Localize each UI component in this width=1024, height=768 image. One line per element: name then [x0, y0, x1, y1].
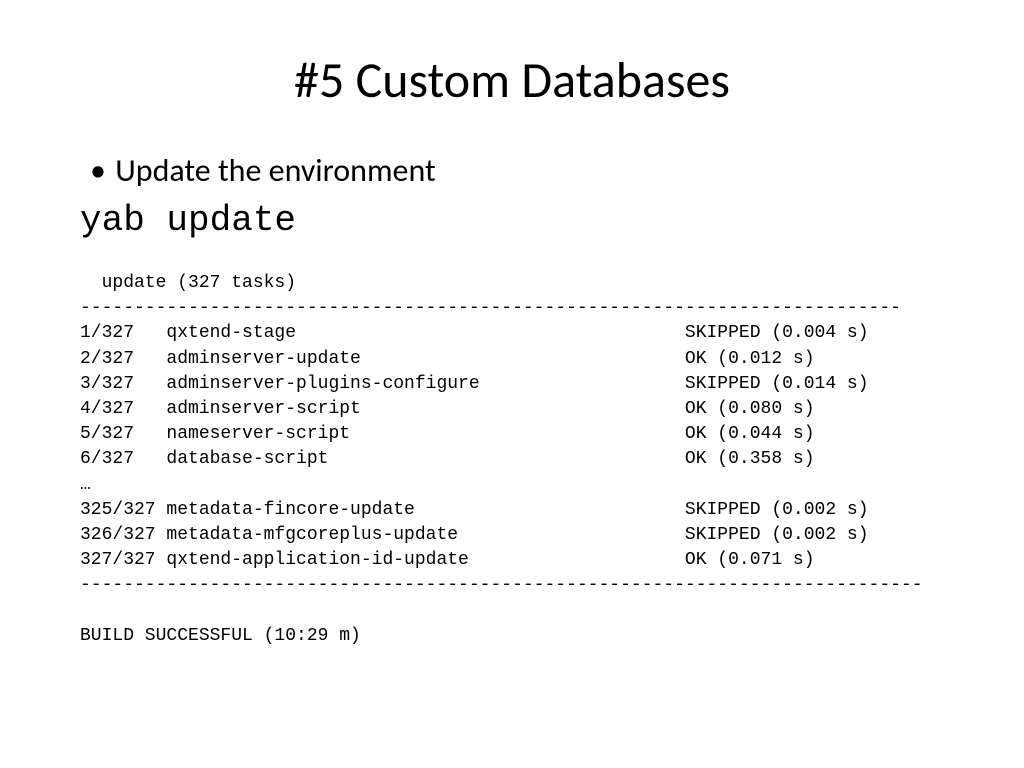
bullet-text: Update the environment	[115, 151, 435, 190]
bullet-dot-icon: •	[90, 151, 108, 190]
bullet-item: • Update the environment	[90, 151, 974, 190]
command-text: yab update	[80, 200, 974, 241]
terminal-output: update (327 tasks) ---------------------…	[80, 271, 974, 649]
slide-title: #5 Custom Databases	[50, 50, 974, 111]
